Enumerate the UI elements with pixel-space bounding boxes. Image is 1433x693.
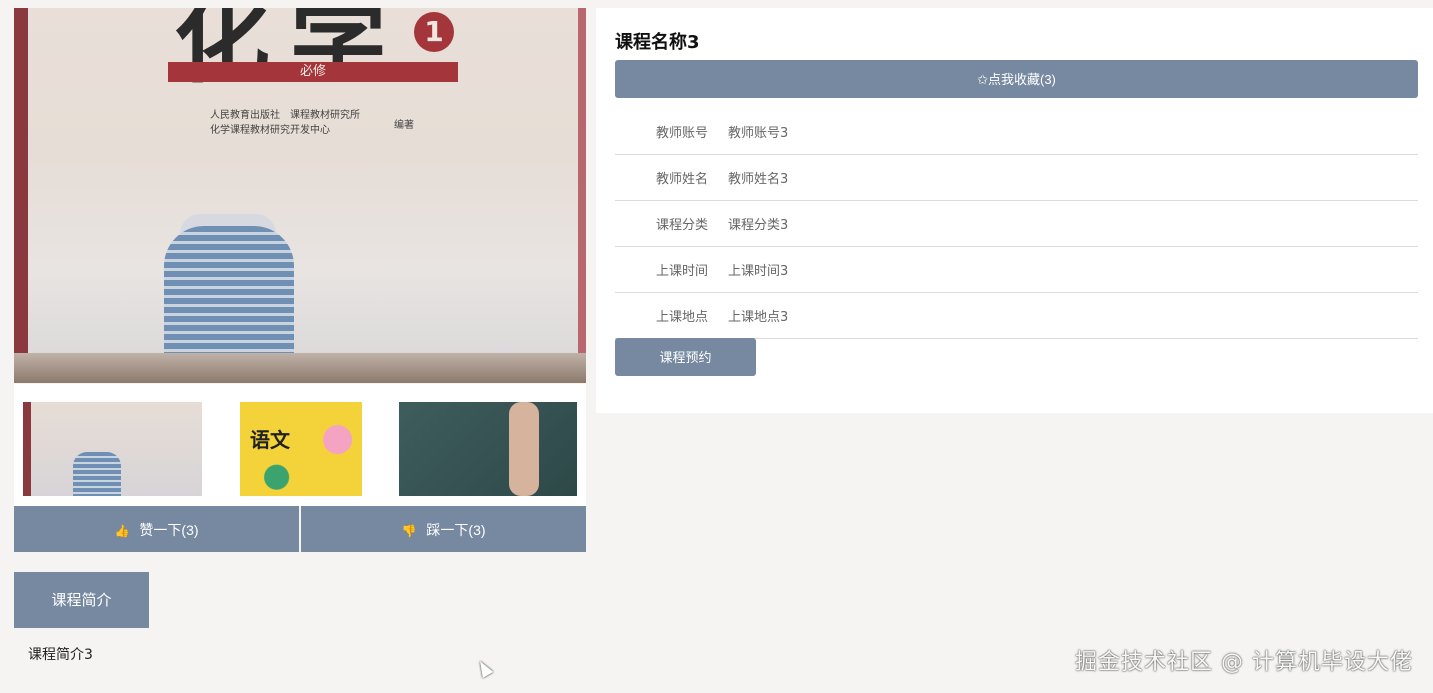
cover-title: 化学 (174, 8, 406, 96)
cover-publisher-line-1: 人民教育出版社 课程教材研究所 (210, 110, 360, 121)
dislike-button[interactable]: 👎 踩一下(3) (301, 506, 586, 552)
cover-subtitle: 必修 (168, 62, 458, 82)
book-course-button[interactable]: 课程预约 (615, 338, 756, 376)
cover-edge (578, 8, 586, 383)
mouse-cursor-icon (474, 658, 494, 678)
course-intro-text: 课程简介3 (28, 647, 93, 663)
info-value: 教师姓名3 (728, 172, 789, 187)
info-label: 课程分类 (656, 218, 709, 233)
thumbnail-3[interactable] (399, 402, 577, 496)
course-detail-panel: 课程名称3 ✩点我收藏(3) 教师账号 教师账号3 教师姓名 教师姓名3 课程分… (596, 8, 1433, 413)
info-label: 上课地点 (656, 310, 709, 325)
like-button[interactable]: 👍 赞一下(3) (14, 506, 299, 552)
thumbs-down-icon: 👎 (401, 524, 417, 538)
thumbnail-strip: 语文 (14, 384, 586, 506)
thumbnail-2[interactable]: 语文 (240, 402, 362, 496)
course-main-image: 化学 1 必修 人民教育出版社 课程教材研究所 化学课程教材研究开发中心 编著 (14, 8, 586, 383)
info-value: 上课时间3 (728, 264, 789, 279)
cover-spine (14, 8, 28, 383)
info-value: 课程分类3 (728, 218, 789, 233)
info-label: 教师姓名 (656, 172, 709, 187)
cover-author: 编著 (394, 120, 414, 131)
course-title: 课程名称3 (615, 32, 700, 53)
info-row-category: 课程分类 课程分类3 (615, 200, 1418, 247)
info-row-location: 上课地点 上课地点3 (615, 292, 1418, 339)
cover-ground (14, 353, 586, 383)
favorite-button[interactable]: ✩点我收藏(3) (615, 60, 1418, 98)
cover-publisher: 人民教育出版社 课程教材研究所 化学课程教材研究开发中心 (210, 108, 360, 138)
info-label: 教师账号 (656, 126, 709, 141)
info-row-teacher-name: 教师姓名 教师姓名3 (615, 154, 1418, 201)
info-value: 教师账号3 (728, 126, 789, 141)
cover-publisher-line-2: 化学课程教材研究开发中心 (210, 125, 330, 136)
thumbnail-2-label: 语文 (250, 428, 290, 452)
dislike-label: 踩一下(3) (426, 522, 486, 538)
like-label: 赞一下(3) (139, 522, 199, 538)
thumbs-up-icon: 👍 (114, 524, 130, 538)
info-value: 上课地点3 (728, 310, 789, 325)
info-row-teacher-account: 教师账号 教师账号3 (615, 108, 1418, 155)
watermark: 掘金技术社区 @ 计算机毕设大佬 (1075, 650, 1413, 675)
thumbnail-1[interactable] (23, 402, 202, 496)
info-row-time: 上课时间 上课时间3 (615, 246, 1418, 293)
info-label: 上课时间 (656, 264, 709, 279)
tab-course-intro[interactable]: 课程简介 (14, 572, 149, 628)
cover-number: 1 (414, 12, 454, 52)
